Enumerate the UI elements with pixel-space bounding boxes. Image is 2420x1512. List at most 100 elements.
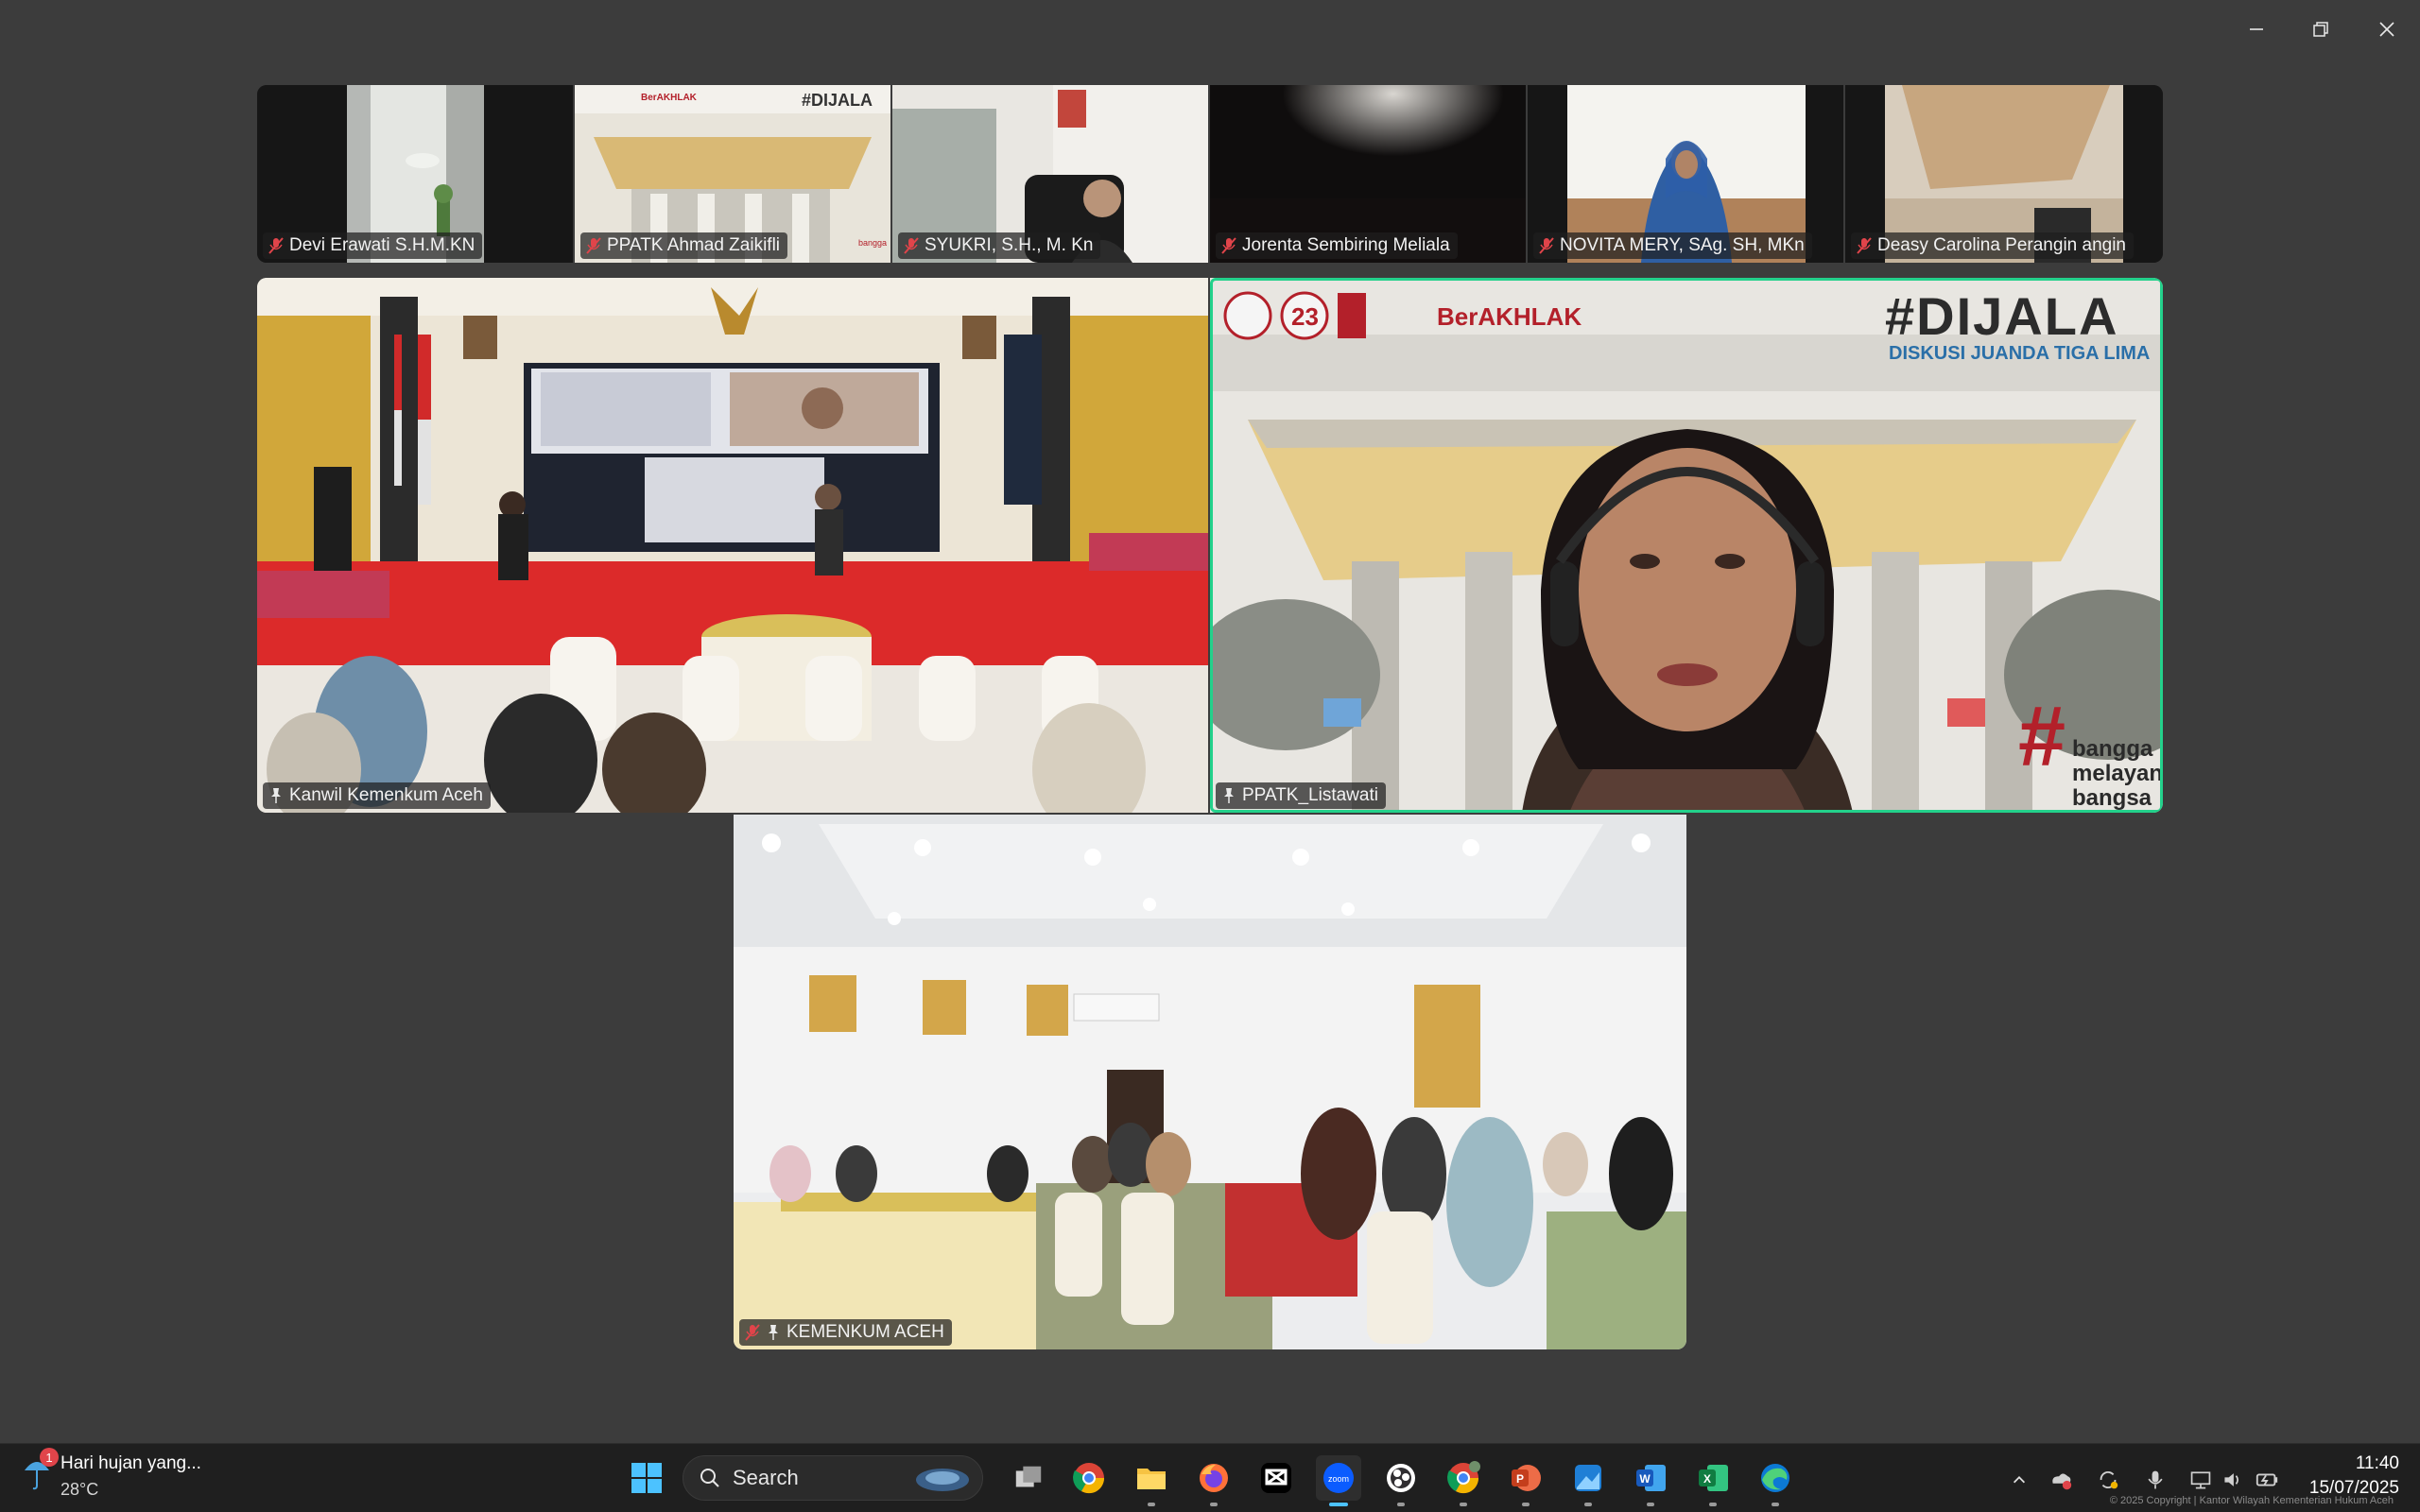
- svg-text:W: W: [1639, 1472, 1651, 1486]
- battery-charging-icon: [2256, 1473, 2278, 1486]
- edge-button[interactable]: [1753, 1455, 1798, 1506]
- pin-icon: [1224, 788, 1234, 803]
- tray-microphone[interactable]: [2142, 1467, 2169, 1493]
- word-button[interactable]: W: [1628, 1455, 1673, 1506]
- system-clock[interactable]: 11:40 15/07/2025: [2309, 1452, 2399, 1501]
- notification-badge: 1: [40, 1448, 59, 1467]
- powerpoint-button[interactable]: P: [1503, 1455, 1548, 1506]
- participant-name: Devi Erawati S.H.M.KN: [289, 235, 475, 255]
- berakhlak-logo: BerAKHLAK: [1437, 302, 1582, 331]
- participant-name: Kanwil Kemenkum Aceh: [289, 785, 483, 805]
- svg-text:zoom: zoom: [1328, 1474, 1349, 1484]
- mic-muted-icon: [1857, 237, 1872, 254]
- participant-video: 23 BerAKHLAK #DIJALA DISKUSI JUANDA TIGA…: [1210, 278, 2163, 813]
- microphone-icon: [2148, 1470, 2163, 1489]
- slogan-line-3: bangsa: [2072, 785, 2152, 811]
- chrome-profile-button[interactable]: [1441, 1455, 1486, 1506]
- participant-name-tag: KEMENKUM ACEH: [739, 1319, 952, 1346]
- excel-button[interactable]: X: [1690, 1455, 1736, 1506]
- participant-name: NOVITA MERY, SAg. SH, MKn: [1560, 235, 1805, 255]
- mic-muted-icon: [745, 1324, 760, 1341]
- capcut-button[interactable]: [1253, 1455, 1299, 1501]
- svg-text:P: P: [1516, 1472, 1524, 1486]
- participant-video: [734, 815, 1686, 1349]
- tray-volume[interactable]: [2220, 1467, 2246, 1493]
- task-view-icon: [1015, 1466, 1042, 1487]
- excel-icon: X: [1699, 1465, 1728, 1491]
- volume-icon: [2224, 1473, 2238, 1486]
- video-tile-deasy[interactable]: Deasy Carolina Perangin angin: [1845, 85, 2163, 263]
- show-hidden-icons-button[interactable]: [2006, 1467, 2032, 1493]
- pin-icon: [271, 788, 281, 803]
- video-tile-kanwil[interactable]: Kanwil Kemenkum Aceh: [257, 278, 1208, 813]
- weather-temperature: 28°C: [60, 1480, 99, 1499]
- restore-icon: [2313, 22, 2328, 37]
- participant-name: KEMENKUM ACEH: [786, 1322, 944, 1342]
- mic-muted-icon: [586, 237, 601, 254]
- anniversary-logo: 23: [1291, 302, 1319, 331]
- minimize-icon: [2250, 28, 2263, 30]
- subtitle-overlay: DISKUSI JUANDA TIGA LIMA: [1889, 343, 2150, 364]
- copyright-watermark: © 2025 Copyright | Kantor Wilayah Kement…: [2109, 1495, 2394, 1506]
- chevron-up-icon: [2013, 1476, 2026, 1484]
- weather-widget[interactable]: 1 Hari hujan yang... 28°C: [23, 1448, 201, 1500]
- svg-text:X: X: [1703, 1472, 1711, 1486]
- powerpoint-icon: P: [1512, 1465, 1541, 1491]
- firefox-button[interactable]: [1191, 1455, 1236, 1506]
- windows-start-icon: [631, 1463, 662, 1493]
- zoom-button[interactable]: zoom: [1316, 1455, 1361, 1506]
- video-tile-novita[interactable]: NOVITA MERY, SAg. SH, MKn: [1528, 85, 1843, 263]
- zoom-icon: zoom: [1323, 1463, 1354, 1493]
- photos-button[interactable]: [1565, 1455, 1611, 1506]
- photos-icon: [1575, 1465, 1601, 1491]
- restore-button[interactable]: [2299, 13, 2342, 45]
- slogan-line-1: bangga: [2072, 736, 2153, 762]
- minimize-button[interactable]: [2235, 13, 2278, 45]
- file-explorer-button[interactable]: [1129, 1455, 1174, 1506]
- search-label: Search: [733, 1466, 799, 1489]
- network-icon: [2190, 1471, 2211, 1489]
- weather-description: Hari hujan yang...: [60, 1453, 201, 1473]
- chrome-taskbar-button[interactable]: [1066, 1455, 1112, 1501]
- video-tile-listawati[interactable]: 23 BerAKHLAK #DIJALA DISKUSI JUANDA TIGA…: [1210, 278, 2163, 813]
- participant-name-tag: PPATK_Listawati: [1216, 782, 1386, 809]
- tray-battery[interactable]: [2254, 1467, 2280, 1493]
- hashtag-overlay: #DIJALA: [1885, 286, 2118, 346]
- participant-name-tag: PPATK Ahmad Zaikifli: [580, 232, 788, 259]
- close-button[interactable]: [2365, 13, 2409, 45]
- participant-name-tag: SYUKRI, S.H., M. Kn: [898, 232, 1101, 259]
- hashtag-overlay: #DIJALA: [802, 91, 873, 110]
- obs-button[interactable]: [1378, 1455, 1424, 1506]
- tray-sync[interactable]: [2095, 1467, 2121, 1493]
- chrome-icon: [1073, 1463, 1105, 1494]
- capcut-icon: [1261, 1463, 1291, 1493]
- chrome-profile-icon: [1447, 1461, 1480, 1494]
- mic-muted-icon: [1221, 237, 1236, 254]
- slogan-line-2: melayani: [2072, 761, 2163, 786]
- video-tile-jorenta[interactable]: Jorenta Sembiring Meliala: [1210, 85, 1526, 263]
- participant-name-tag: Devi Erawati S.H.M.KN: [263, 232, 483, 259]
- firefox-icon: [1200, 1464, 1228, 1492]
- tray-network[interactable]: [2187, 1467, 2214, 1493]
- video-tile-devi[interactable]: Devi Erawati S.H.M.KN: [257, 85, 573, 263]
- mic-muted-icon: [904, 237, 919, 254]
- start-button[interactable]: [624, 1455, 669, 1501]
- edge-icon: [1761, 1464, 1789, 1492]
- participant-name: Jorenta Sembiring Meliala: [1242, 235, 1450, 255]
- sync-icon: [2100, 1470, 2118, 1489]
- video-tile-syukri[interactable]: SYUKRI, S.H., M. Kn: [892, 85, 1208, 263]
- participant-name-tag: NOVITA MERY, SAg. SH, MKn: [1533, 232, 1812, 259]
- video-tile-kemenkum[interactable]: KEMENKUM ACEH: [734, 815, 1686, 1349]
- video-tile-ahmad[interactable]: #DIJALA BerAKHLAK bangga PPATK Ahmad Zai…: [575, 85, 890, 263]
- file-explorer-icon: [1137, 1469, 1166, 1489]
- taskbar-search[interactable]: Search: [683, 1455, 983, 1501]
- pin-icon: [769, 1325, 778, 1340]
- search-icon: [700, 1469, 719, 1487]
- participant-name-tag: Deasy Carolina Perangin angin: [1851, 232, 2134, 259]
- task-view-button[interactable]: [1006, 1455, 1051, 1501]
- cloud-sync-icon: [2052, 1473, 2072, 1490]
- mic-muted-icon: [268, 237, 284, 254]
- taskbar: 1 Hari hujan yang... 28°C Search zoom P …: [0, 1443, 2420, 1512]
- tray-cloud[interactable]: [2048, 1467, 2074, 1493]
- participant-name: PPATK Ahmad Zaikifli: [607, 235, 781, 255]
